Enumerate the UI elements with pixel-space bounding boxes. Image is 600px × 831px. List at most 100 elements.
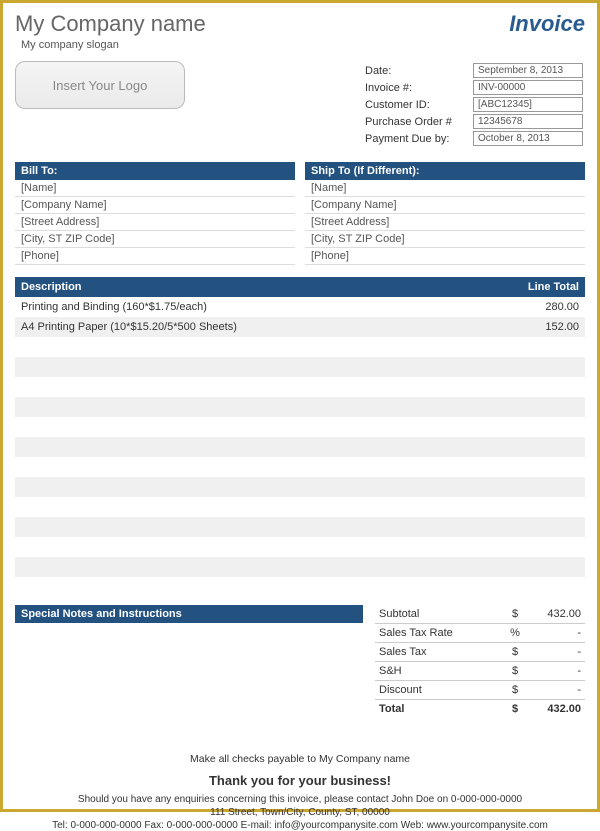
ship-to-column: Ship To (If Different): [Name] [Company … (305, 162, 585, 265)
bill-to-column: Bill To: [Name] [Company Name] [Street A… (15, 162, 295, 265)
item-desc[interactable] (15, 357, 495, 377)
item-total[interactable] (495, 337, 585, 357)
total-label: Total (375, 700, 505, 719)
item-row[interactable] (15, 357, 585, 377)
item-row[interactable] (15, 437, 585, 457)
item-row[interactable] (15, 557, 585, 577)
item-row[interactable] (15, 537, 585, 557)
bill-to-line[interactable]: [Name] (15, 180, 295, 197)
item-row[interactable] (15, 417, 585, 437)
item-row[interactable] (15, 517, 585, 537)
bill-to-line[interactable]: [City, ST ZIP Code] (15, 231, 295, 248)
ship-to-line[interactable]: [Company Name] (305, 197, 585, 214)
item-desc[interactable] (15, 497, 495, 517)
item-row[interactable] (15, 377, 585, 397)
item-row[interactable] (15, 577, 585, 597)
meta-customer-value[interactable]: [ABC12345] (473, 97, 583, 112)
invoice-title: Invoice (509, 11, 585, 37)
item-desc[interactable] (15, 477, 495, 497)
logo-placeholder[interactable]: Insert Your Logo (15, 61, 185, 109)
discount-val[interactable]: - (525, 681, 585, 700)
notes-column: Special Notes and Instructions (15, 605, 363, 743)
item-total[interactable] (495, 497, 585, 517)
item-row[interactable] (15, 337, 585, 357)
item-desc[interactable] (15, 437, 495, 457)
ship-to-line[interactable]: [Street Address] (305, 214, 585, 231)
item-desc[interactable] (15, 537, 495, 557)
salestax-label: Sales Tax (375, 643, 505, 662)
ship-to-line[interactable]: [Name] (305, 180, 585, 197)
ship-to-line[interactable]: [Phone] (305, 248, 585, 265)
meta-due-value[interactable]: October 8, 2013 (473, 131, 583, 146)
items-table: Description Line Total Printing and Bind… (15, 277, 585, 597)
items-desc-header: Description (15, 277, 495, 297)
salestax-sym: $ (505, 643, 525, 662)
discount-sym: $ (505, 681, 525, 700)
taxrate-val[interactable]: - (525, 624, 585, 643)
total-val: 432.00 (525, 700, 585, 719)
totals-column: Subtotal$432.00 Sales Tax Rate%- Sales T… (375, 605, 585, 743)
subtotal-sym: $ (505, 605, 525, 624)
meta-table: Date:September 8, 2013 Invoice #:INV-000… (359, 61, 585, 148)
item-total[interactable] (495, 457, 585, 477)
footer-contact: Tel: 0-000-000-0000 Fax: 0-000-000-0000 … (15, 820, 585, 831)
bottom-row: Special Notes and Instructions Subtotal$… (15, 605, 585, 743)
item-total[interactable] (495, 397, 585, 417)
footer-thanks: Thank you for your business! (15, 773, 585, 788)
meta-date-value[interactable]: September 8, 2013 (473, 63, 583, 78)
item-desc[interactable] (15, 397, 495, 417)
bill-to-line[interactable]: [Street Address] (15, 214, 295, 231)
taxrate-label: Sales Tax Rate (375, 624, 505, 643)
item-row[interactable] (15, 457, 585, 477)
subtotal-label: Subtotal (375, 605, 505, 624)
item-desc[interactable] (15, 577, 495, 597)
item-desc[interactable] (15, 517, 495, 537)
meta-invoice-value[interactable]: INV-00000 (473, 80, 583, 95)
totals-table: Subtotal$432.00 Sales Tax Rate%- Sales T… (375, 605, 585, 718)
item-row[interactable]: Printing and Binding (160*$1.75/each)280… (15, 297, 585, 317)
total-sym: $ (505, 700, 525, 719)
meta-po-value[interactable]: 12345678 (473, 114, 583, 129)
bill-to-line[interactable]: [Phone] (15, 248, 295, 265)
header-row: My Company name My company slogan Invoic… (15, 11, 585, 51)
logo-meta-row: Insert Your Logo Date:September 8, 2013 … (15, 61, 585, 148)
item-desc[interactable] (15, 557, 495, 577)
taxrate-sym: % (505, 624, 525, 643)
item-total[interactable] (495, 557, 585, 577)
item-row[interactable] (15, 397, 585, 417)
notes-header: Special Notes and Instructions (15, 605, 363, 623)
meta-customer-label: Customer ID: (361, 97, 471, 112)
sh-val[interactable]: - (525, 662, 585, 681)
items-total-header: Line Total (495, 277, 585, 297)
company-name: My Company name (15, 11, 206, 37)
item-desc[interactable] (15, 417, 495, 437)
item-total[interactable] (495, 517, 585, 537)
item-desc[interactable] (15, 457, 495, 477)
item-total[interactable] (495, 437, 585, 457)
notes-box[interactable] (15, 623, 363, 743)
item-desc[interactable] (15, 337, 495, 357)
item-total[interactable] (495, 537, 585, 557)
item-total[interactable] (495, 577, 585, 597)
footer: Make all checks payable to My Company na… (15, 753, 585, 831)
item-total[interactable] (495, 477, 585, 497)
item-total[interactable] (495, 417, 585, 437)
items-body: Printing and Binding (160*$1.75/each)280… (15, 297, 585, 597)
meta-due-label: Payment Due by: (361, 131, 471, 146)
item-row[interactable] (15, 497, 585, 517)
item-total[interactable] (495, 357, 585, 377)
meta-date-label: Date: (361, 63, 471, 78)
item-row[interactable]: A4 Printing Paper (10*$15.20/5*500 Sheet… (15, 317, 585, 337)
item-desc[interactable]: Printing and Binding (160*$1.75/each) (15, 297, 495, 317)
footer-address: 111 Street, Town/City, County, ST, 00000 (15, 807, 585, 818)
meta-po-label: Purchase Order # (361, 114, 471, 129)
item-row[interactable] (15, 477, 585, 497)
bill-to-line[interactable]: [Company Name] (15, 197, 295, 214)
item-desc[interactable]: A4 Printing Paper (10*$15.20/5*500 Sheet… (15, 317, 495, 337)
item-desc[interactable] (15, 377, 495, 397)
item-total[interactable] (495, 377, 585, 397)
ship-to-header: Ship To (If Different): (305, 162, 585, 180)
ship-to-line[interactable]: [City, ST ZIP Code] (305, 231, 585, 248)
item-total[interactable]: 152.00 (495, 317, 585, 337)
item-total[interactable]: 280.00 (495, 297, 585, 317)
